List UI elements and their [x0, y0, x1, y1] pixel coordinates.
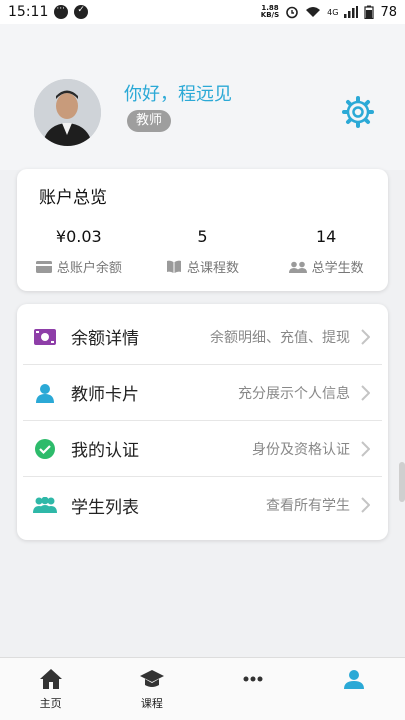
menu-item-certification[interactable]: 我的认证 身份及资格认证 — [23, 421, 382, 477]
book-icon — [167, 260, 181, 273]
account-stats: ¥0.03 总账户余额 5 总课程数 14 总学生数 — [17, 227, 388, 276]
role-badge: 教师 — [127, 110, 172, 132]
chevron-right-icon — [361, 440, 370, 457]
alarm-icon — [286, 6, 298, 19]
profile-icon — [344, 670, 365, 689]
menu-item-student-list[interactable]: 学生列表 查看所有学生 — [23, 477, 382, 533]
network-type: 4G — [327, 7, 339, 17]
chevron-right-icon — [361, 384, 370, 401]
group-icon — [33, 493, 57, 517]
stat-courses-value: 5 — [197, 227, 208, 246]
check-notification-icon — [74, 5, 89, 19]
status-bar: 15:11 1.88 KB/S 4G 78 — [0, 0, 405, 24]
stat-students-text: 总学生数 — [311, 261, 364, 276]
nav-item-home[interactable]: 主页 — [0, 658, 101, 720]
stat-balance-value: ¥0.03 — [55, 227, 102, 246]
menu-item-balance-details[interactable]: 余额详情 余额明细、充值、提现 — [23, 309, 382, 365]
chevron-right-icon — [361, 497, 370, 513]
settings-gear-icon[interactable] — [342, 96, 374, 128]
status-right: 1.88 KB/S 4G 78 — [261, 5, 397, 20]
status-left: 15:11 — [8, 4, 89, 20]
nav-item-profile[interactable] — [304, 658, 405, 720]
nav-label-home: 主页 — [39, 697, 62, 710]
person-icon — [33, 381, 57, 405]
stat-students-value: 14 — [316, 227, 337, 246]
stat-balance-label: 总账户余额 — [17, 257, 141, 276]
account-overview-card: 账户总览 ¥0.03 总账户余额 5 总课程数 14 总学生数 — [17, 169, 388, 291]
graduation-cap-icon — [139, 670, 164, 687]
wifi-icon — [306, 7, 321, 17]
menu-desc-teacher-card: 充分展示个人信息 — [238, 385, 350, 402]
people-icon — [288, 261, 307, 273]
home-icon — [39, 669, 62, 689]
profile-header: 你好，程远见 教师 — [0, 24, 405, 170]
check-circle-icon — [33, 437, 57, 461]
more-icon — [243, 676, 263, 682]
signal-icon — [344, 6, 359, 18]
nav-label-courses: 课程 — [140, 697, 163, 710]
stat-courses-label: 总课程数 — [141, 257, 265, 276]
greeting-text: 你好，程远见 — [124, 84, 232, 105]
net-speed-unit: KB/S — [260, 11, 280, 19]
scrollbar-handle[interactable] — [399, 462, 405, 502]
avatar-image — [34, 79, 101, 146]
menu-desc-balance: 余额明细、充值、提现 — [210, 329, 350, 346]
nav-item-courses[interactable]: 课程 — [101, 658, 202, 720]
chat-notification-icon — [54, 4, 69, 19]
battery-level: 78 — [380, 4, 397, 20]
avatar[interactable] — [34, 79, 101, 146]
net-speed: 1.88 KB/S — [261, 5, 279, 19]
status-time: 15:11 — [8, 4, 49, 20]
wallet-icon — [35, 260, 52, 273]
stat-courses-text: 总课程数 — [187, 261, 240, 276]
stat-students-label: 总学生数 — [264, 257, 388, 276]
account-title: 账户总览 — [39, 188, 107, 208]
menu-label-certification: 我的认证 — [71, 441, 139, 461]
stat-courses[interactable]: 5 总课程数 — [141, 227, 265, 276]
stat-balance[interactable]: ¥0.03 总账户余额 — [17, 227, 141, 276]
battery-icon — [364, 5, 375, 19]
menu-item-teacher-card[interactable]: 教师卡片 充分展示个人信息 — [23, 365, 382, 421]
bottom-nav: 主页 课程 — [0, 657, 405, 720]
nav-item-more[interactable] — [203, 658, 304, 720]
chevron-right-icon — [361, 328, 370, 345]
menu-label-balance: 余额详情 — [71, 329, 139, 349]
menu-desc-student-list: 查看所有学生 — [266, 498, 350, 514]
stat-balance-text: 总账户余额 — [56, 261, 122, 276]
menu-card: 余额详情 余额明细、充值、提现 教师卡片 充分展示个人信息 我的认证 身份及资格… — [17, 304, 388, 540]
money-icon — [33, 325, 57, 349]
menu-label-teacher-card: 教师卡片 — [71, 385, 139, 405]
menu-label-student-list: 学生列表 — [71, 497, 139, 518]
stat-students[interactable]: 14 总学生数 — [264, 227, 388, 276]
menu-desc-certification: 身份及资格认证 — [252, 441, 350, 458]
